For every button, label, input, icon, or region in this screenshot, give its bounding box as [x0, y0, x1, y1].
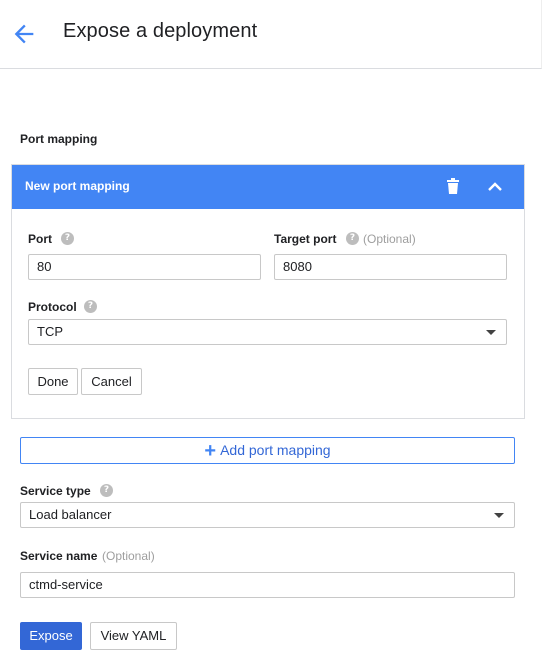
target-port-optional: (Optional): [363, 232, 416, 246]
port-label: Port: [28, 232, 52, 246]
port-input[interactable]: 80: [28, 254, 261, 280]
service-name-input[interactable]: ctmd-service: [20, 572, 515, 598]
view-yaml-button[interactable]: View YAML: [90, 622, 177, 650]
port-mapping-panel-header: New port mapping: [12, 165, 524, 209]
protocol-label: Protocol: [28, 300, 77, 314]
dropdown-caret-icon: [486, 330, 496, 335]
service-name-label: Service name: [20, 549, 98, 563]
service-type-value: Load balancer: [29, 507, 112, 522]
help-icon[interactable]: ?: [346, 232, 359, 245]
done-button[interactable]: Done: [28, 368, 78, 395]
protocol-select[interactable]: TCP: [28, 319, 507, 345]
help-icon[interactable]: ?: [100, 484, 113, 497]
add-port-mapping-label: Add port mapping: [220, 442, 331, 458]
help-icon[interactable]: ?: [84, 300, 97, 313]
help-icon[interactable]: ?: [61, 232, 74, 245]
dropdown-caret-icon: [494, 513, 504, 518]
target-port-label: Target port: [274, 232, 337, 246]
trash-icon[interactable]: [446, 178, 460, 194]
chevron-up-icon[interactable]: [486, 178, 504, 196]
protocol-value: TCP: [37, 324, 63, 339]
page-title: Expose a deployment: [63, 20, 258, 42]
expose-button[interactable]: Expose: [20, 622, 82, 650]
page-header: Expose a deployment: [0, 0, 542, 69]
service-type-label: Service type: [20, 484, 91, 498]
service-type-select[interactable]: Load balancer: [20, 502, 515, 528]
arrow-back-icon[interactable]: [10, 20, 38, 48]
target-port-input[interactable]: 8080: [274, 254, 507, 280]
cancel-button[interactable]: Cancel: [81, 368, 142, 395]
plus-icon: +: [204, 440, 217, 462]
port-mapping-section-label: Port mapping: [20, 132, 98, 146]
port-mapping-panel: New port mapping Port ? 80 Target port ?…: [11, 164, 525, 419]
service-name-optional: (Optional): [102, 549, 155, 563]
panel-title: New port mapping: [25, 179, 130, 193]
add-port-mapping-button[interactable]: + Add port mapping: [20, 437, 515, 464]
